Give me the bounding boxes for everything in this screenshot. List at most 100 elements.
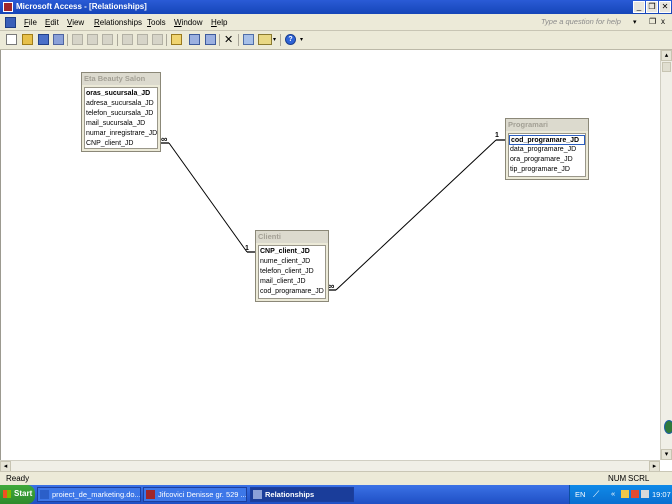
menu-bar: File Edit View Relationships Tools Windo… <box>0 14 672 31</box>
copy-icon[interactable] <box>137 34 148 45</box>
many-marker-eta: ∞ <box>161 134 168 144</box>
network-icon[interactable]: ⟋ <box>593 489 599 500</box>
table-title[interactable]: Programari <box>506 119 588 131</box>
field-item[interactable]: telefon_client_JD <box>260 267 314 277</box>
field-item[interactable]: data_programare_JD <box>510 145 576 155</box>
taskbar-item-label: proiect_de_marketing.do... <box>52 490 141 499</box>
taskbar-item-word-doc[interactable]: proiect_de_marketing.do... <box>37 487 141 502</box>
field-item[interactable]: mail_client_JD <box>260 277 306 287</box>
field-item[interactable]: CNP_client_JD <box>260 247 310 257</box>
delete-icon[interactable]: ✕ <box>224 33 233 46</box>
access-app-icon <box>3 2 13 12</box>
toolbar-separator <box>117 34 118 46</box>
table-programari[interactable]: Programari cod_programare_JD data_progra… <box>505 118 589 180</box>
scroll-down-icon[interactable]: ▾ <box>661 449 672 460</box>
toolbar-separator <box>67 34 68 46</box>
menu-help[interactable]: Help <box>211 18 227 27</box>
new-object-dropdown-icon[interactable]: ▾ <box>273 36 276 43</box>
field-item[interactable]: cod_programare_JD <box>260 287 324 297</box>
taskbar-item-label: Jifcovici Denisse gr. 529 ... <box>158 490 247 499</box>
vertical-scrollbar[interactable]: ▴ ▾ <box>660 50 672 460</box>
menu-tools[interactable]: Tools <box>147 18 166 27</box>
toolbar-separator <box>280 34 281 46</box>
assistant-globe-icon[interactable] <box>664 420 672 434</box>
taskbar-item-relationships[interactable]: Relationships <box>250 487 354 502</box>
file-search-icon[interactable] <box>53 34 64 45</box>
scroll-up-icon[interactable]: ▴ <box>661 50 672 61</box>
taskbar-item-access-db[interactable]: Jifcovici Denisse gr. 529 ... <box>143 487 247 502</box>
database-window-icon[interactable] <box>243 34 254 45</box>
window-title: Microsoft Access - [Relationships] <box>16 2 147 11</box>
tray-volume-icon[interactable] <box>641 490 649 498</box>
menu-window[interactable]: Window <box>174 18 202 27</box>
table-title[interactable]: Clienti <box>256 231 328 243</box>
field-list[interactable]: oras_sucursala_JD adresa_sucursala_JD te… <box>84 87 158 149</box>
field-list[interactable]: cod_programare_JD data_programare_JD ora… <box>508 133 586 177</box>
scroll-lock-indicator: SCRL <box>628 474 650 483</box>
doc-close-button[interactable]: x <box>661 17 665 26</box>
table-eta-beauty-salon[interactable]: Eta Beauty Salon oras_sucursala_JD adres… <box>81 72 161 152</box>
help-dropdown-arrow-icon[interactable]: ▾ <box>633 18 637 26</box>
scroll-thumb[interactable] <box>662 62 671 72</box>
word-icon <box>40 490 49 499</box>
language-indicator[interactable]: EN <box>575 490 585 499</box>
close-button[interactable]: ✕ <box>659 1 671 13</box>
maximize-button[interactable]: ❐ <box>646 1 658 13</box>
field-item[interactable]: numar_inregistrare_JD <box>86 129 157 139</box>
field-item[interactable]: CNP_client_JD <box>86 139 133 149</box>
title-bar: Microsoft Access - [Relationships] _ ❐ ✕ <box>0 0 672 14</box>
help-search-input[interactable]: Type a question for help <box>541 17 633 28</box>
table-clienti[interactable]: Clienti CNP_client_JD nume_client_JD tel… <box>255 230 329 302</box>
field-item[interactable]: oras_sucursala_JD <box>86 89 150 99</box>
menu-edit[interactable]: Edit <box>45 18 59 27</box>
one-marker-clienti: 1 <box>245 245 249 252</box>
field-item[interactable]: tip_programare_JD <box>510 165 570 175</box>
field-item[interactable]: adresa_sucursala_JD <box>86 99 154 109</box>
menu-view[interactable]: View <box>67 18 84 27</box>
paste-icon[interactable] <box>152 34 163 45</box>
field-item[interactable]: ora_programare_JD <box>510 155 573 165</box>
show-all-relationships-icon[interactable] <box>205 34 216 45</box>
field-list[interactable]: CNP_client_JD nume_client_JD telefon_cli… <box>258 245 326 299</box>
field-item[interactable]: mail_sucursala_JD <box>86 119 145 129</box>
new-object-icon[interactable] <box>258 34 272 45</box>
minimize-button[interactable]: _ <box>633 1 645 13</box>
spelling-icon[interactable] <box>102 34 113 45</box>
field-item[interactable]: telefon_sucursala_JD <box>86 109 153 119</box>
relationship-line-eta-clienti-diagonal[interactable] <box>168 142 248 253</box>
start-button[interactable]: Start <box>0 485 35 504</box>
tray-folder-icon[interactable] <box>621 490 629 498</box>
cut-icon[interactable] <box>122 34 133 45</box>
menu-file[interactable]: File <box>24 18 37 27</box>
show-direct-relationships-icon[interactable] <box>189 34 200 45</box>
tray-expand-icon[interactable]: « <box>611 489 615 498</box>
relationships-doc-icon[interactable] <box>5 17 16 28</box>
show-table-icon[interactable] <box>171 34 182 45</box>
status-bar: Ready NUM SCRL <box>0 471 672 485</box>
one-marker-programari: 1 <box>495 132 499 139</box>
horizontal-scrollbar[interactable]: ◂ ▸ <box>0 460 660 472</box>
clock: 19:07 <box>652 490 671 499</box>
field-item[interactable]: nume_client_JD <box>260 257 310 267</box>
toolbar-separator <box>166 34 167 46</box>
menu-relationships[interactable]: Relationships <box>94 18 142 27</box>
new-icon[interactable] <box>6 34 17 45</box>
num-lock-indicator: NUM <box>608 474 627 483</box>
doc-restore-icon[interactable]: ❐ <box>649 17 656 26</box>
relationship-line-clienti-programari-diagonal[interactable] <box>335 139 497 291</box>
tray-security-icon[interactable] <box>631 490 639 498</box>
toolbar-options-icon[interactable]: ▾ <box>300 36 303 43</box>
table-title[interactable]: Eta Beauty Salon <box>82 73 160 85</box>
open-icon[interactable] <box>22 34 33 45</box>
print-preview-icon[interactable] <box>87 34 98 45</box>
windows-logo-icon <box>3 490 11 498</box>
save-icon[interactable] <box>38 34 49 45</box>
help-icon[interactable]: ? <box>285 34 296 45</box>
start-label: Start <box>14 489 33 498</box>
field-item-selected[interactable]: cod_programare_JD <box>509 135 585 145</box>
toolbar: ✕ ▾ ? ▾ <box>0 31 672 50</box>
print-icon[interactable] <box>72 34 83 45</box>
taskbar: Start proiect_de_marketing.do... Jifcovi… <box>0 485 672 504</box>
relationships-canvas[interactable]: ∞ 1 ∞ 1 Eta Beauty Salon oras_sucursala_… <box>0 50 660 460</box>
relationships-icon <box>253 490 262 499</box>
